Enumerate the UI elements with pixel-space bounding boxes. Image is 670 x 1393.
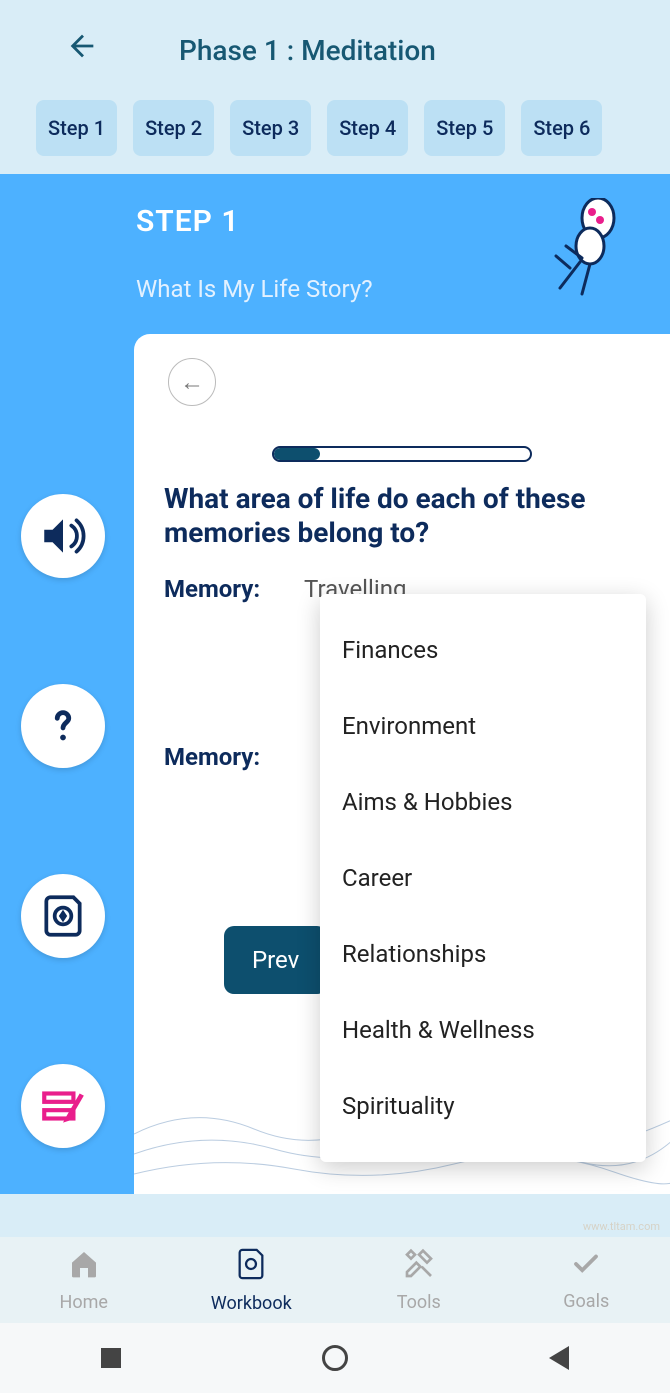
dropdown-item-finances[interactable]: Finances [320,612,646,688]
app-header: Phase 1 : Meditation [0,0,670,100]
home-nav-icon[interactable] [322,1345,348,1371]
tab-home-label: Home [60,1292,108,1313]
arrow-left-icon: ← [180,368,204,397]
step-tab-6[interactable]: Step 6 [521,100,602,156]
recent-apps-icon[interactable] [101,1348,121,1368]
tools-icon [403,1248,435,1288]
dropdown-item-career[interactable]: Career [320,840,646,916]
workbook-icon [234,1247,268,1289]
tab-goals-label: Goals [563,1291,609,1312]
tab-workbook-label: Workbook [211,1293,292,1314]
check-icon [571,1249,601,1287]
dropdown-item-relationships[interactable]: Relationships [320,916,646,992]
dropdown-item-spirituality[interactable]: Spirituality [320,1068,646,1144]
pencil-icon [38,1081,88,1131]
watermark: www.tltam.com [583,1220,660,1233]
step-tab-4[interactable]: Step 4 [327,100,408,156]
back-arrow-icon[interactable] [65,29,99,72]
category-dropdown[interactable]: Finances Environment Aims & Hobbies Care… [320,594,646,1162]
memory-label-2: Memory: [164,743,304,771]
dropdown-item-health[interactable]: Health & Wellness [320,992,646,1068]
workbook-button[interactable] [21,874,105,958]
book-icon [38,891,88,941]
prev-button[interactable]: Prev [224,926,327,994]
home-icon [68,1248,100,1288]
progress-fill [274,448,320,460]
dropdown-item-environment[interactable]: Environment [320,688,646,764]
system-nav [0,1323,670,1393]
tab-workbook[interactable]: Workbook [168,1237,336,1323]
question-icon [40,703,86,749]
steps-row: Step 1 Step 2 Step 3 Step 4 Step 5 Step … [0,100,670,174]
tab-goals[interactable]: Goals [503,1237,670,1323]
dropdown-item-aims[interactable]: Aims & Hobbies [320,764,646,840]
tab-tools-label: Tools [397,1292,441,1313]
step-tab-1[interactable]: Step 1 [36,100,117,156]
step-tab-3[interactable]: Step 3 [230,100,311,156]
step-tab-5[interactable]: Step 5 [424,100,505,156]
bottom-tabbar: Home Workbook Tools Goals [0,1237,670,1323]
card-back-button[interactable]: ← [168,358,216,406]
card-question: What area of life do each of these memor… [164,482,640,549]
memory-label-1: Memory: [164,575,304,603]
tab-tools[interactable]: Tools [335,1237,503,1323]
progress-bar [272,446,532,462]
side-icon-column [8,494,118,1148]
hourglass-icon [540,198,630,308]
page-title: Phase 1 : Meditation [179,34,436,67]
back-nav-icon[interactable] [549,1346,569,1370]
speaker-icon [38,511,88,561]
help-button[interactable] [21,684,105,768]
edit-button[interactable] [21,1064,105,1148]
step-tab-2[interactable]: Step 2 [133,100,214,156]
audio-button[interactable] [21,494,105,578]
tab-home[interactable]: Home [0,1237,168,1323]
